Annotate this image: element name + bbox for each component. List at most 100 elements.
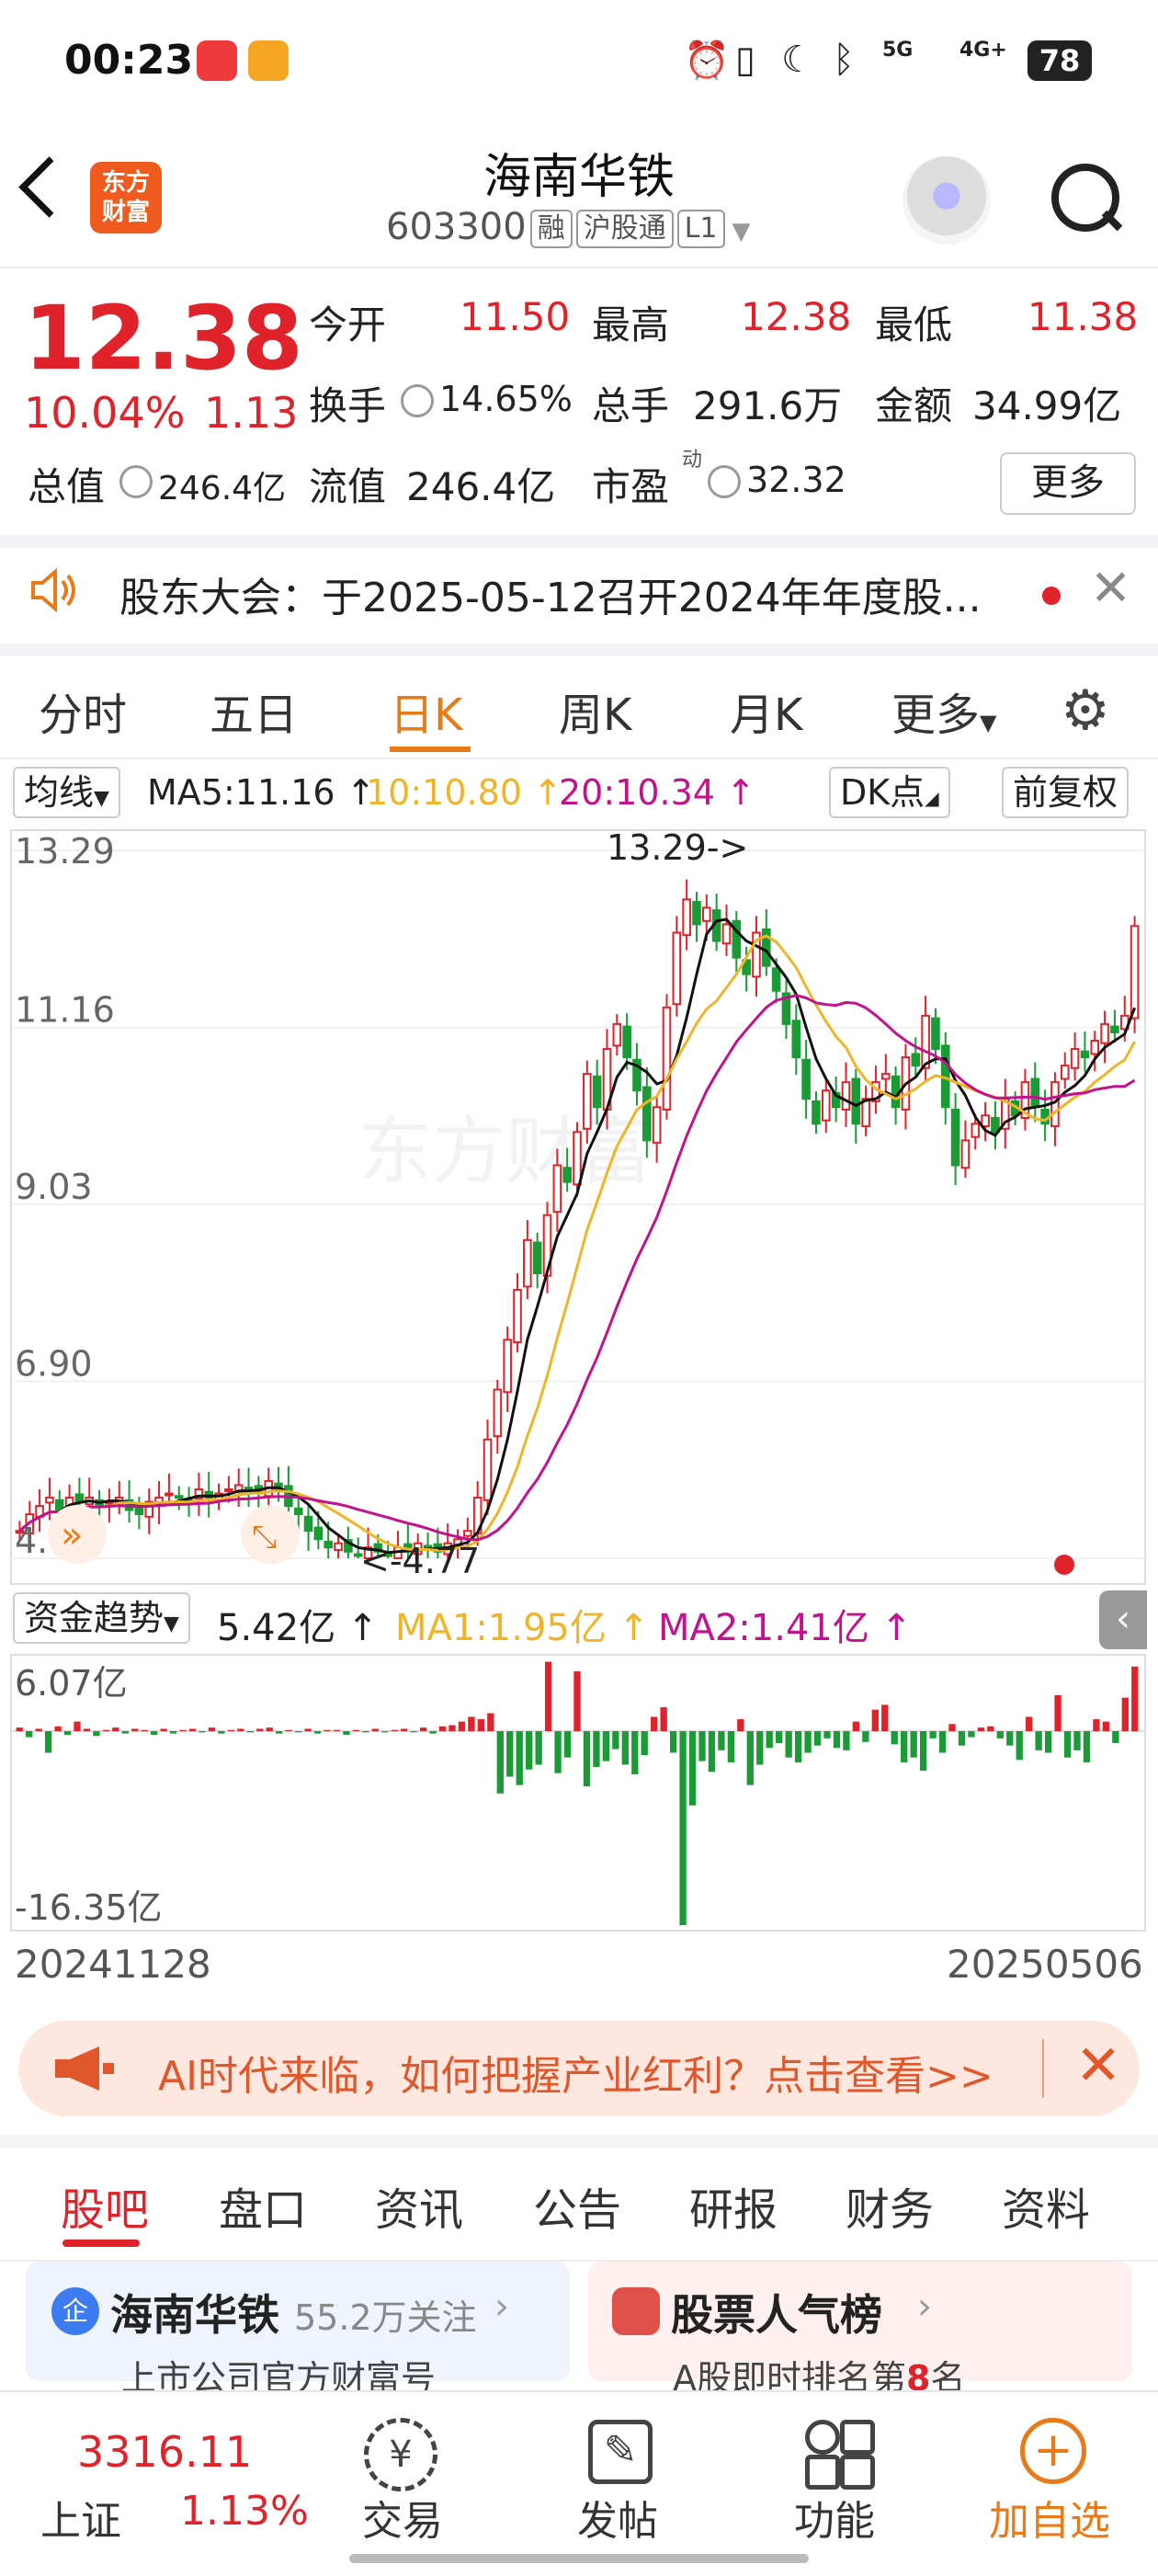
tab-daily-k[interactable]: 日K xyxy=(390,678,462,743)
fund-bar xyxy=(199,1731,206,1733)
fund-bar xyxy=(93,1731,100,1737)
banner-divider xyxy=(1042,2039,1044,2098)
kline-chart[interactable]: 东方财富 13.2911.169.036.904.77 13.29-> <-4.… xyxy=(0,823,1158,1586)
add-circle-icon[interactable]: + xyxy=(1020,2418,1086,2484)
fund-bar xyxy=(987,1726,994,1732)
gear-icon[interactable]: ⚙ xyxy=(1061,678,1110,743)
candle-body xyxy=(771,967,781,992)
info-icon[interactable] xyxy=(401,384,434,417)
fund-bar xyxy=(179,1729,187,1732)
fund-bar xyxy=(151,1731,158,1735)
moon-icon: ☾ xyxy=(781,39,814,81)
trade-yen-icon[interactable]: ¥ xyxy=(364,2418,437,2491)
tab-monthly-k[interactable]: 月K xyxy=(730,678,802,743)
fund-bar xyxy=(496,1731,504,1794)
enterprise-badge: 企 xyxy=(51,2287,99,2335)
tab-announcements[interactable]: 公告 xyxy=(533,2173,621,2238)
nav-trade[interactable]: 交易 xyxy=(311,2488,494,2547)
adjust-button[interactable]: 前复权 xyxy=(1002,767,1130,818)
fund-bar xyxy=(419,1727,427,1732)
fund-bar xyxy=(919,1731,927,1772)
tab-five-day[interactable]: 五日 xyxy=(210,678,298,743)
fund-bar xyxy=(16,1727,23,1732)
candle-body xyxy=(1060,1065,1070,1080)
fund-bar xyxy=(679,1731,687,1926)
fund-bar xyxy=(602,1731,610,1761)
post-edit-icon[interactable]: ✎ xyxy=(588,2420,653,2484)
fund-bar xyxy=(1054,1694,1062,1732)
candle-body xyxy=(1090,1039,1100,1055)
fund-bar xyxy=(218,1731,225,1734)
popularity-card[interactable]: 股票人气榜 › A股即时排名第8名 xyxy=(588,2262,1132,2399)
nav-functions[interactable]: 功能 xyxy=(743,2488,926,2547)
fund-bar xyxy=(26,1731,33,1738)
mktcap-value: 246.4亿 xyxy=(158,470,287,507)
volume-label: 总手 xyxy=(592,383,670,428)
functions-icon-part xyxy=(840,2420,875,2455)
fund-bar xyxy=(468,1716,475,1732)
fund-bar xyxy=(401,1728,408,1732)
candle-body xyxy=(1110,1025,1119,1033)
candle-body xyxy=(592,1075,602,1109)
nav-post[interactable]: 发帖 xyxy=(526,2488,710,2547)
amount-label: 金额 xyxy=(875,383,953,428)
current-price: 12.38 xyxy=(24,287,303,390)
company-account-card[interactable]: 企 海南华铁 55.2万关注 › 上市公司官方财富号 xyxy=(26,2262,570,2399)
fund-bar xyxy=(612,1731,619,1750)
candle-body xyxy=(682,898,691,937)
fund-bar xyxy=(526,1731,533,1770)
tab-guba[interactable]: 股吧 xyxy=(61,2173,149,2238)
tab-weekly-k[interactable]: 周K xyxy=(559,678,631,743)
ma-select[interactable]: 均线▼ xyxy=(13,767,120,818)
chart-watermark: 东方财富 xyxy=(358,1109,653,1194)
fund-bar xyxy=(1044,1731,1052,1753)
close-icon[interactable]: ✕ xyxy=(1075,2034,1121,2098)
candle-body xyxy=(851,1077,861,1125)
notice-bar[interactable]: 股东大会：于2025-05-12召开2024年年度股... ✕ xyxy=(0,542,1158,656)
info-icon-2[interactable] xyxy=(119,465,153,498)
fund-trend-chart[interactable]: 6.07亿 -16.35亿 xyxy=(0,1653,1158,1934)
open-label: 今开 xyxy=(309,302,387,348)
indicator-select[interactable]: 资金趋势▼ xyxy=(13,1592,190,1644)
fund-bar xyxy=(583,1731,591,1786)
status-bar: 00:23 ⏰ ▯ ☾ ᛒ 5G 4G+ 78 xyxy=(0,0,1158,120)
tab-more-label: 更多 xyxy=(891,690,981,741)
active-tab-underline xyxy=(62,2240,140,2247)
tab-pankou[interactable]: 盘口 xyxy=(219,2173,307,2238)
nav-add-favorite[interactable]: 加自选 xyxy=(958,2488,1141,2547)
candle-body xyxy=(791,1020,801,1059)
company-card-title: 海南华铁 xyxy=(110,2290,279,2340)
info-icon-3[interactable] xyxy=(708,465,741,498)
dk-point-select[interactable]: DK点◢ xyxy=(829,767,950,818)
fund-bar xyxy=(843,1731,850,1750)
fund-bar xyxy=(74,1721,81,1732)
promo-banner[interactable]: AI时代来临，如何把握产业红利？点击查看>> ✕ xyxy=(18,2021,1140,2116)
candle-body xyxy=(622,1025,631,1059)
fund-bar xyxy=(188,1728,197,1732)
more-button[interactable]: 更多 xyxy=(1000,452,1136,515)
high-label: 最高 xyxy=(592,302,670,348)
float-value: 246.4亿 xyxy=(406,464,556,509)
fund-bar xyxy=(881,1704,889,1732)
fund-bar xyxy=(651,1716,658,1732)
fund-bar xyxy=(506,1731,514,1777)
tab-profile[interactable]: 资料 xyxy=(1002,2173,1090,2238)
index-value[interactable]: 3316.11 xyxy=(77,2427,252,2477)
candle-body xyxy=(672,931,682,1006)
functions-icon[interactable] xyxy=(805,2420,840,2455)
collapse-panel-icon[interactable]: ‹ xyxy=(1099,1590,1147,1649)
tab-research[interactable]: 研报 xyxy=(689,2173,778,2238)
tab-finance[interactable]: 财务 xyxy=(846,2173,934,2238)
robot-assistant-icon[interactable] xyxy=(903,156,991,245)
fund-ymin-label: -16.35亿 xyxy=(15,1887,163,1928)
stock-code-row[interactable]: 603300 融沪股通 L1 ▼ xyxy=(386,206,751,248)
tab-more[interactable]: 更多▼ xyxy=(891,678,996,743)
candle-body xyxy=(244,1487,254,1491)
candle-body xyxy=(463,1530,472,1537)
tab-intraday[interactable]: 分时 xyxy=(39,678,127,743)
tab-news[interactable]: 资讯 xyxy=(375,2173,463,2238)
bluetooth-icon: ᛒ xyxy=(833,39,855,81)
close-icon[interactable]: ✕ xyxy=(1090,559,1131,617)
candle-body xyxy=(642,1086,652,1142)
candle-body xyxy=(702,906,711,922)
